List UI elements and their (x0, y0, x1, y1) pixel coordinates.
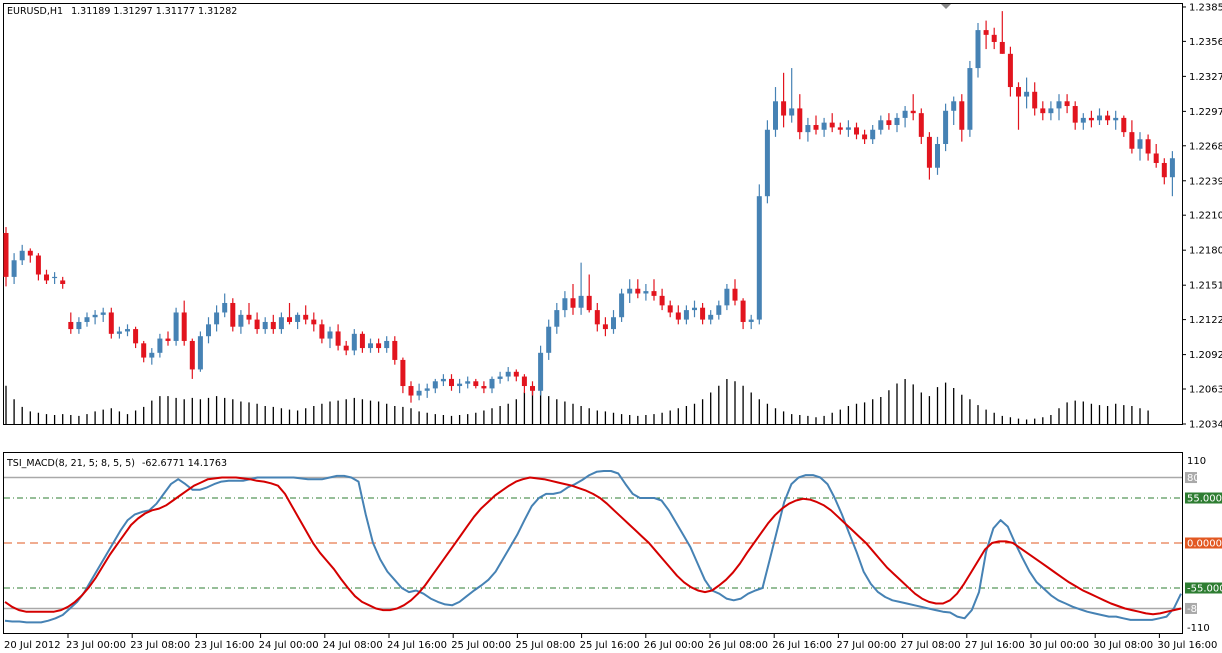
price-tick-label: 1.22685 (1189, 141, 1222, 152)
time-tick-label: 25 Jul 08:00 (515, 640, 575, 651)
candle (764, 120, 770, 204)
candle (230, 298, 236, 332)
time-tick-label: 20 Jul 2012 (4, 640, 61, 651)
level-label: 80 (1187, 473, 1200, 484)
chart-canvas[interactable]: 1.23855 1.23565 1.23270 1.22975 1.22685 1.223… (0, 0, 1222, 653)
ohlc-values: 1.31189 1.31297 1.31177 1.31282 (71, 6, 237, 17)
chart-window[interactable]: 1.23855 1.23565 1.23270 1.22975 1.22685 1.223… (0, 0, 1222, 653)
level-label: 0.0000 (1187, 539, 1222, 550)
time-tick-label: 24 Jul 16:00 (387, 640, 447, 651)
time-tick-label: 25 Jul 16:00 (580, 640, 640, 651)
time-tick-label: 23 Jul 00:00 (66, 640, 126, 651)
candle (967, 60, 973, 137)
indicator-axis-max: 110 (1187, 456, 1206, 467)
price-tick-label: 1.22390 (1189, 176, 1222, 187)
time-tick-label: 24 Jul 08:00 (323, 640, 383, 651)
time-tick-label: 27 Jul 16:00 (965, 640, 1025, 651)
price-tick-label: 1.20635 (1189, 385, 1222, 396)
time-tick-label: 30 Jul 16:00 (1157, 640, 1217, 651)
time-tick-label: 26 Jul 08:00 (708, 640, 768, 651)
indicator-values: -62.6771 14.1763 (142, 458, 227, 469)
time-tick-label: 27 Jul 08:00 (901, 640, 961, 651)
price-tick-label: 1.22975 (1189, 107, 1222, 118)
time-tick-label: 24 Jul 00:00 (259, 640, 319, 651)
main-title: EURUSD,H1 1.31189 1.31297 1.31177 1.3128… (7, 6, 237, 17)
time-tick-label: 27 Jul 00:00 (836, 640, 896, 651)
price-tick-label: 1.20925 (1189, 350, 1222, 361)
price-axis: 1.23855 1.23565 1.23270 1.22975 1.22685 1.223… (1182, 2, 1222, 431)
candle (197, 331, 203, 372)
candle (619, 288, 625, 322)
price-tick-label: 1.23565 (1189, 37, 1222, 48)
price-tick-label: 1.20340 (1189, 420, 1222, 431)
price-tick-label: 1.22100 (1189, 211, 1222, 222)
time-axis: 20 Jul 2012 23 Jul 00:00 23 Jul 08:00 23 Ju… (4, 634, 1217, 651)
price-tick-label: 1.21220 (1189, 315, 1222, 326)
time-tick-label: 30 Jul 00:00 (1029, 640, 1089, 651)
level-label: -80 (1187, 604, 1203, 615)
indicator-axis-min: -110 (1187, 623, 1210, 634)
symbol-timeframe: EURUSD,H1 (7, 6, 63, 17)
time-tick-label: 26 Jul 00:00 (644, 640, 704, 651)
time-tick-label: 25 Jul 00:00 (451, 640, 511, 651)
candle (173, 307, 179, 346)
time-tick-label: 30 Jul 08:00 (1093, 640, 1153, 651)
time-tick-label: 23 Jul 16:00 (194, 640, 254, 651)
indicator-name: TSI_MACD(8, 21, 5; 8, 5, 5) (6, 458, 135, 469)
price-tick-label: 1.21805 (1189, 246, 1222, 257)
price-tick-label: 1.23855 (1189, 2, 1222, 13)
level-label: -55.0000 (1187, 584, 1222, 595)
price-tick-label: 1.21510 (1189, 281, 1222, 292)
candle (538, 345, 544, 396)
candle (943, 103, 949, 152)
level-label: 55.0000 (1187, 494, 1222, 505)
indicator-title: TSI_MACD(8, 21, 5; 8, 5, 5) -62.6771 14.… (6, 458, 227, 469)
time-tick-label: 23 Jul 08:00 (130, 640, 190, 651)
price-tick-label: 1.23270 (1189, 72, 1222, 83)
main-pane[interactable] (3, 3, 1183, 425)
time-tick-label: 26 Jul 16:00 (772, 640, 832, 651)
candle (756, 184, 762, 325)
